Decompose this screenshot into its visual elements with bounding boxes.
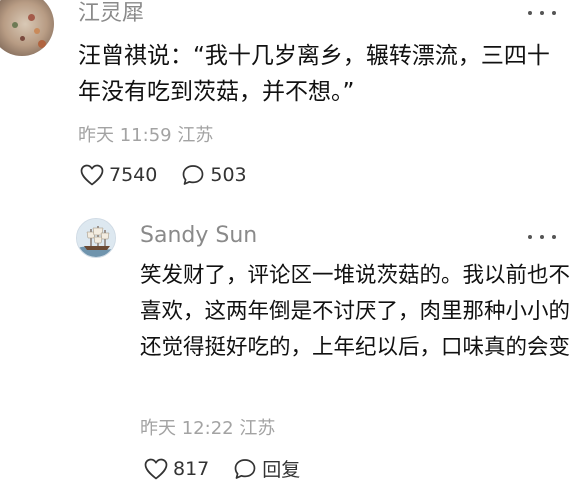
comment-bubble-icon[interactable]: [233, 458, 257, 480]
comment-bubble-icon[interactable]: [181, 164, 205, 186]
heart-icon[interactable]: [80, 164, 104, 186]
more-options-icon[interactable]: [528, 230, 556, 244]
more-options-icon[interactable]: [528, 6, 556, 20]
comment-actions: 817 回复: [144, 455, 324, 482]
reply-button[interactable]: 回复: [262, 455, 300, 482]
like-count: 7540: [109, 164, 158, 186]
comment-time: 昨天 11:59: [78, 125, 172, 146]
reply-count[interactable]: 503: [210, 164, 246, 186]
comment-text: 汪曾祺说：“我十几岁离乡，辗转漂流，三四十年没有吃到茨菇，并不想。”: [78, 43, 550, 105]
comment-actions: 7540 503: [80, 164, 271, 186]
avatar[interactable]: [0, 0, 54, 56]
username[interactable]: 江灵犀: [78, 0, 144, 28]
username[interactable]: Sandy Sun: [140, 222, 257, 250]
heart-icon[interactable]: [144, 458, 168, 480]
comment-location: 江苏: [239, 418, 276, 439]
like-count: 817: [173, 457, 210, 480]
comment-time: 昨天 12:22: [140, 418, 234, 439]
comment-text: 笑发财了，评论区一堆说茨菇的。我以前也不喜欢，这两年倒是不讨厌了，肉里那种小小的…: [140, 263, 571, 360]
avatar[interactable]: [76, 218, 116, 258]
comment-meta: 昨天 11:59 江苏: [78, 121, 213, 147]
comment-meta: 昨天 12:22 江苏: [140, 414, 275, 440]
comment-location: 江苏: [177, 125, 214, 146]
sailing-ship-icon: [77, 219, 115, 257]
